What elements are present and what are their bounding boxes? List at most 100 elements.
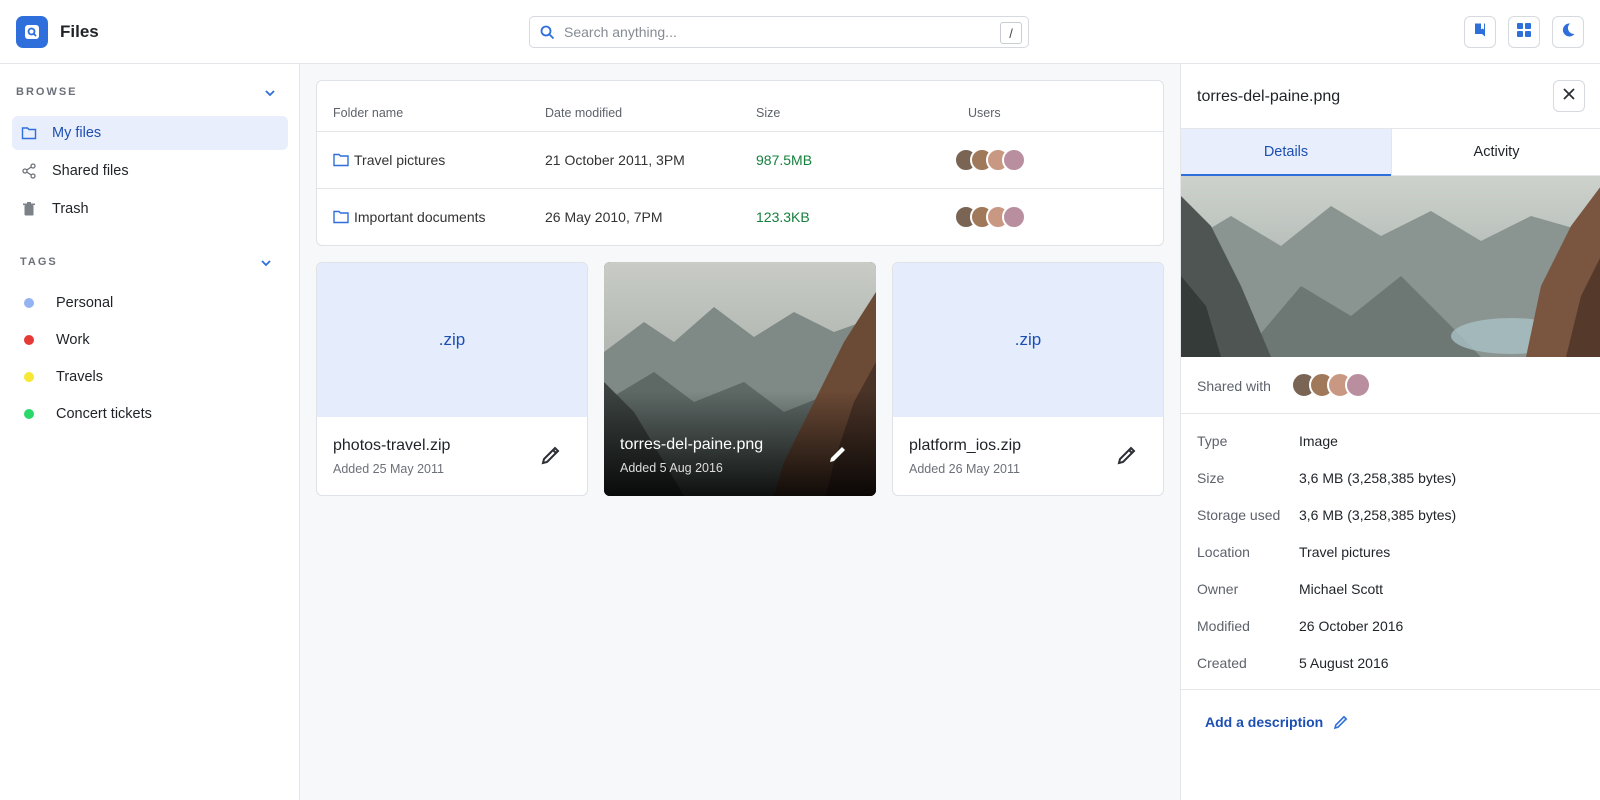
tab-activity[interactable]: Activity	[1391, 128, 1600, 176]
sidebar-item-trash[interactable]: Trash	[12, 192, 288, 226]
table-row[interactable]: Travel pictures 21 October 2011, 3PM 987…	[317, 131, 1163, 188]
folder-size: 987.5MB	[756, 152, 813, 168]
avatar	[1002, 205, 1026, 229]
file-thumbnail[interactable]: .zip	[317, 263, 587, 417]
edit-pencil-icon[interactable]	[539, 443, 563, 467]
divider	[1181, 689, 1600, 690]
tag-dot	[24, 409, 34, 419]
file-name[interactable]: photos-travel.zip	[333, 437, 450, 455]
tab-details[interactable]: Details	[1181, 128, 1391, 176]
detail-value-storage-used: 3,6 MB (3,258,385 bytes)	[1299, 507, 1457, 523]
sidebar-item-label: My files	[52, 125, 102, 141]
tag-label: Concert tickets	[56, 406, 152, 422]
table-row[interactable]: Important documents 26 May 2010, 7PM 123…	[317, 188, 1163, 245]
shared-user-avatars	[1291, 372, 1381, 398]
column-header-size[interactable]: Size	[756, 106, 780, 120]
tag-work[interactable]: Work	[12, 325, 288, 355]
edit-pencil-icon[interactable]	[1115, 443, 1139, 467]
detail-label-storage-used: Storage used	[1197, 507, 1281, 523]
detail-label-size: Size	[1197, 470, 1225, 486]
column-header-users[interactable]: Users	[968, 106, 1001, 120]
search-shortcut-key: /	[1000, 22, 1022, 44]
detail-value-created: 5 August 2016	[1299, 655, 1389, 671]
search-icon	[540, 25, 555, 45]
tags-chevron-down-icon[interactable]	[260, 256, 272, 274]
tags-heading: TAGS	[20, 256, 58, 268]
detail-value-size: 3,6 MB (3,258,385 bytes)	[1299, 470, 1457, 486]
tag-personal[interactable]: Personal	[12, 288, 288, 318]
grid-view-button[interactable]	[1508, 16, 1540, 48]
detail-label-location: Location	[1197, 544, 1250, 560]
add-description-button[interactable]: Add a description	[1205, 714, 1349, 730]
detail-label-modified: Modified	[1197, 618, 1250, 634]
file-card-selected[interactable]: torres-del-paine.png Added 5 Aug 2016	[604, 262, 876, 496]
sidebar-item-shared-files[interactable]: Shared files	[12, 154, 288, 188]
tag-dot	[24, 298, 34, 308]
divider	[1181, 413, 1600, 414]
sidebar-item-label: Trash	[52, 201, 89, 217]
search-bar[interactable]: /	[529, 16, 1029, 48]
detail-value-location: Travel pictures	[1299, 544, 1391, 560]
shared-with-label: Shared with	[1197, 378, 1271, 394]
tag-label: Personal	[56, 295, 114, 311]
column-header-folder-name[interactable]: Folder name	[333, 106, 403, 120]
trash-icon	[21, 201, 37, 217]
file-added-date: Added 25 May 2011	[333, 462, 444, 476]
folder-icon	[21, 125, 37, 141]
edit-pencil-icon	[1333, 714, 1349, 730]
bookmark-button[interactable]	[1464, 16, 1496, 48]
file-name[interactable]: torres-del-paine.png	[620, 436, 763, 454]
search-input[interactable]	[564, 21, 984, 43]
tag-travels[interactable]: Travels	[12, 362, 288, 392]
add-description-label: Add a description	[1205, 714, 1324, 730]
file-thumbnail[interactable]: .zip	[893, 263, 1163, 417]
bookmark-icon	[1472, 22, 1488, 43]
edit-pencil-icon[interactable]	[826, 442, 850, 466]
image-preview	[1181, 176, 1600, 357]
browse-heading: BROWSE	[16, 86, 78, 98]
close-panel-button[interactable]	[1553, 80, 1585, 112]
user-avatars	[954, 205, 1034, 229]
file-added-date: Added 5 Aug 2016	[620, 461, 723, 475]
file-card[interactable]: .zip platform_ios.zip Added 26 May 2011	[892, 262, 1164, 496]
folder-icon	[333, 210, 349, 229]
detail-value-modified: 26 October 2016	[1299, 618, 1404, 634]
file-card[interactable]: .zip photos-travel.zip Added 25 May 2011	[316, 262, 588, 496]
tag-dot	[24, 372, 34, 382]
sidebar-item-my-files[interactable]: My files	[12, 116, 288, 150]
close-icon	[1562, 87, 1576, 106]
top-bar: Files /	[0, 0, 1600, 64]
detail-value-owner: Michael Scott	[1299, 581, 1384, 597]
folder-name[interactable]: Travel pictures	[354, 152, 445, 168]
tag-label: Travels	[56, 369, 103, 385]
grid-icon	[1516, 22, 1532, 43]
file-name[interactable]: platform_ios.zip	[909, 437, 1021, 455]
sidebar: BROWSE My files Shared files Trash TAGS …	[0, 64, 300, 800]
share-icon	[21, 163, 37, 179]
details-panel: torres-del-paine.png Details Activity Sh…	[1180, 64, 1600, 800]
browse-chevron-down-icon[interactable]	[264, 86, 276, 104]
folder-name[interactable]: Important documents	[354, 209, 486, 225]
app-title: Files	[60, 22, 99, 41]
tag-dot	[24, 335, 34, 345]
moon-icon	[1560, 22, 1576, 43]
sidebar-item-label: Shared files	[52, 163, 129, 179]
date-modified: 26 May 2010, 7PM	[545, 209, 663, 225]
main-content: Folder name Date modified Size Users Tra…	[300, 64, 1180, 800]
dark-mode-button[interactable]	[1552, 16, 1584, 48]
detail-label-type: Type	[1197, 433, 1228, 449]
avatar	[1002, 148, 1026, 172]
detail-label-created: Created	[1197, 655, 1247, 671]
folder-icon	[333, 153, 349, 172]
avatar[interactable]	[1345, 372, 1371, 398]
column-header-date-modified[interactable]: Date modified	[545, 106, 622, 120]
tag-label: Work	[56, 332, 90, 348]
file-added-date: Added 26 May 2011	[909, 462, 1020, 476]
detail-label-owner: Owner	[1197, 581, 1239, 597]
folder-size: 123.3KB	[756, 209, 810, 225]
user-avatars	[954, 148, 1034, 172]
folders-table: Folder name Date modified Size Users Tra…	[316, 80, 1164, 246]
date-modified: 21 October 2011, 3PM	[545, 152, 685, 168]
tag-concert-tickets[interactable]: Concert tickets	[12, 399, 288, 429]
app-logo-icon[interactable]	[16, 16, 48, 48]
